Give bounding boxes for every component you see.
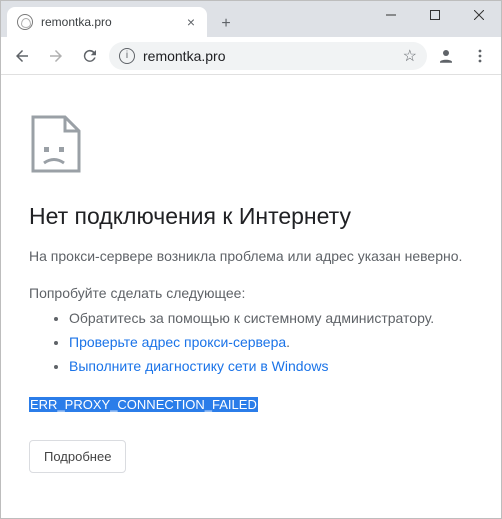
suggestion-tail: .: [286, 334, 290, 350]
try-heading: Попробуйте сделать следующее:: [29, 285, 473, 301]
site-info-icon[interactable]: i: [119, 48, 135, 64]
error-subtext: На прокси-сервере возникла проблема или …: [29, 246, 473, 267]
suggestion-list: Обратитесь за помощью к системному админ…: [29, 307, 473, 378]
bookmark-star-icon[interactable]: ☆: [403, 46, 417, 66]
tab-strip: remontka.pro × +: [1, 1, 239, 37]
address-bar[interactable]: i remontka.pro ☆: [109, 42, 427, 70]
minimize-button[interactable]: [369, 1, 413, 29]
reload-button[interactable]: [75, 41, 105, 71]
list-item: Проверьте адрес прокси-сервера.: [69, 331, 473, 355]
menu-button[interactable]: [465, 41, 495, 71]
forward-button[interactable]: [41, 41, 71, 71]
titlebar: remontka.pro × +: [1, 1, 501, 37]
error-code: ERR_PROXY_CONNECTION_FAILED: [29, 397, 258, 412]
close-window-button[interactable]: [457, 1, 501, 29]
maximize-button[interactable]: [413, 1, 457, 29]
profile-button[interactable]: [431, 41, 461, 71]
suggestion-text: Обратитесь за помощью к системному админ…: [69, 310, 434, 326]
browser-tab[interactable]: remontka.pro ×: [7, 7, 207, 37]
globe-icon: [17, 14, 33, 30]
error-page: Нет подключения к Интернету На прокси-се…: [1, 75, 501, 493]
new-tab-button[interactable]: +: [213, 11, 239, 37]
back-button[interactable]: [7, 41, 37, 71]
check-proxy-link[interactable]: Проверьте адрес прокси-сервера: [69, 334, 286, 350]
error-heading: Нет подключения к Интернету: [29, 203, 473, 230]
url-text: remontka.pro: [143, 48, 395, 64]
toolbar: i remontka.pro ☆: [1, 37, 501, 75]
network-diagnostics-link[interactable]: Выполните диагностику сети в Windows: [69, 358, 328, 374]
sad-page-icon: [29, 115, 473, 175]
list-item: Обратитесь за помощью к системному админ…: [69, 307, 473, 331]
tab-title: remontka.pro: [41, 15, 185, 29]
window-controls: [369, 1, 501, 29]
list-item: Выполните диагностику сети в Windows: [69, 355, 473, 379]
details-button[interactable]: Подробнее: [29, 440, 126, 473]
close-tab-icon[interactable]: ×: [185, 14, 197, 30]
